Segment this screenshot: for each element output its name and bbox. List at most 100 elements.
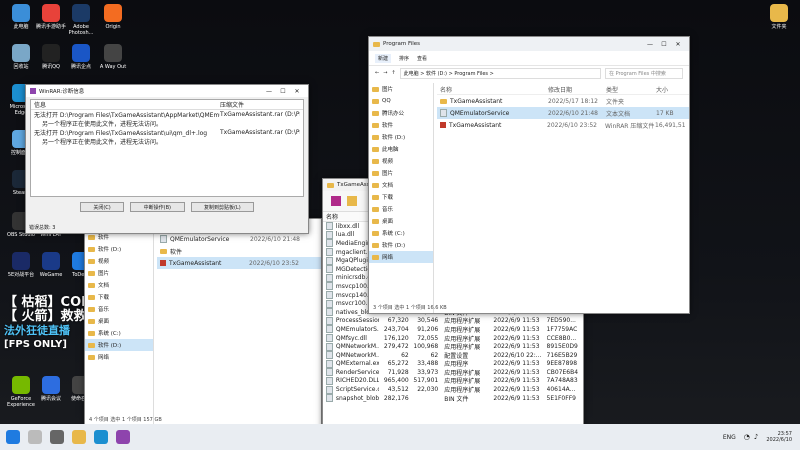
desktop-icon-6[interactable]: 腾讯QQ xyxy=(34,44,68,70)
file-row[interactable]: snapshot_blob...282,176 BIN 文件 2022/6/9 11… xyxy=(323,394,583,403)
nav-item[interactable]: 此电脑 xyxy=(369,143,433,155)
nav-item[interactable]: 下载 xyxy=(369,191,433,203)
file-row[interactable]: QMNetworkM... 279,472 100,968 应用程序扩展 2022/6/… xyxy=(323,342,583,351)
sort-button[interactable]: 排序 xyxy=(399,55,409,62)
language-indicator[interactable]: ENG xyxy=(723,434,736,441)
address-bar[interactable]: 此电脑 > 软件 (D:) > Program Files > xyxy=(399,67,601,79)
desktop-icon-8[interactable]: A Way Out xyxy=(96,44,130,70)
file-row[interactable]: QMExternal.exe 65,272 33,488 应用程序 2022/6/9 1… xyxy=(323,359,583,368)
folder-icon[interactable] xyxy=(347,196,357,206)
file-row[interactable]: QMEmulatorService 2022/6/10 21:48 xyxy=(157,233,321,245)
nav-item[interactable]: 软件 (D:) xyxy=(369,131,433,143)
file-row[interactable]: TxGameAssistant 2022/6/10 23:52 WinRAR 压缩文… xyxy=(437,119,689,131)
file-row[interactable]: ProcessSession...67,32030,546应用程序扩展2022/… xyxy=(323,316,583,325)
folder-icon xyxy=(372,254,379,260)
column-header-size[interactable]: 大小 xyxy=(656,85,686,94)
header-archive[interactable]: 压缩文件 xyxy=(220,100,300,109)
desktop-icon-5[interactable]: 回收站 xyxy=(4,44,38,70)
nav-item[interactable]: QQ xyxy=(369,95,433,107)
desktop-icon-1[interactable]: 此电脑 xyxy=(4,4,38,30)
minimize-icon[interactable]: — xyxy=(262,88,276,95)
file-explorer-icon[interactable] xyxy=(72,430,86,444)
desktop-icon-4[interactable]: Origin xyxy=(96,4,130,30)
nav-item[interactable]: 图片 xyxy=(369,83,433,95)
file-row[interactable]: QMNetworkM... 62 62 配置设置 2022/6/10 22:... 716… xyxy=(323,351,583,360)
maximize-icon[interactable]: ☐ xyxy=(276,88,290,95)
message-row[interactable]: 另一个程序正在使用此文件，进程无法访问。 xyxy=(31,137,303,146)
nav-item[interactable]: 系统 (C:) xyxy=(369,227,433,239)
up-icon[interactable]: ↑ xyxy=(391,70,395,76)
close-icon[interactable]: ✕ xyxy=(290,88,304,95)
search-input[interactable]: 在 Program Files 中搜索 xyxy=(605,67,683,79)
wifi-icon[interactable]: ◔ xyxy=(744,433,750,441)
nav-item[interactable]: 系统 (C:) xyxy=(85,327,153,339)
interrupt-button[interactable]: 中断操作(B) xyxy=(130,202,185,212)
nav-item[interactable]: 腾讯办公 xyxy=(369,107,433,119)
task-view-icon[interactable] xyxy=(50,430,64,444)
nav-item[interactable]: 软件 (D:) xyxy=(85,243,153,255)
close-button[interactable]: 关闭(C) xyxy=(80,202,125,212)
message-list[interactable]: 信息 压缩文件 无法打开 D:\Program Files\TxGameAssi… xyxy=(30,99,304,197)
nav-item[interactable]: 软件 (D:) xyxy=(369,239,433,251)
winrar-taskbar-icon[interactable] xyxy=(116,430,130,444)
nav-item[interactable]: 文档 xyxy=(369,179,433,191)
nav-item[interactable]: 软件 xyxy=(369,119,433,131)
file-name: QMNetworkM... xyxy=(335,351,380,359)
nav-item[interactable]: 网络 xyxy=(85,351,153,363)
nav-item[interactable]: 音乐 xyxy=(369,203,433,215)
copy-clipboard-button[interactable]: 复制到剪贴板(L) xyxy=(190,202,254,212)
forward-icon[interactable]: → xyxy=(383,70,387,76)
nav-item[interactable]: 图片 xyxy=(369,167,433,179)
archive-icon[interactable] xyxy=(331,196,341,206)
desktop-icon-17[interactable]: GeForce Experience xyxy=(4,376,38,408)
file-icon xyxy=(440,109,447,117)
file-row[interactable]: 软件 xyxy=(157,245,321,257)
desktop-icon-18[interactable]: 腾讯会议 xyxy=(34,376,68,402)
file-row[interactable]: ScriptService.dll43,51222,030应用程序扩展2022/… xyxy=(323,385,583,394)
volume-icon[interactable]: ♪ xyxy=(754,433,758,441)
nav-item[interactable]: 视频 xyxy=(369,155,433,167)
minimize-icon[interactable]: — xyxy=(643,41,657,48)
new-button[interactable]: 新建 xyxy=(375,53,392,63)
column-header-type[interactable]: 类型 xyxy=(606,85,656,94)
column-header-date[interactable]: 修改日期 xyxy=(548,85,606,94)
desktop-icon-13[interactable]: 5E对战平台 xyxy=(4,252,38,278)
back-icon[interactable]: ← xyxy=(375,70,379,76)
desktop-icon-3[interactable]: Adobe Photosh... xyxy=(64,4,98,36)
file-row[interactable]: RenderService...71,92833,973应用程序扩展2022/6… xyxy=(323,368,583,377)
top-right-folder-icon[interactable]: 文件夹 xyxy=(762,4,796,30)
nav-item[interactable]: 音乐 xyxy=(85,303,153,315)
file-row[interactable]: RICHED20.DLL 965,400 517,901 应用程序扩展 2022/6/9… xyxy=(323,376,583,385)
file-row[interactable]: QMfsyc.dll 176,120 72,055 应用程序扩展 2022/6/9 11… xyxy=(323,334,583,343)
edge-icon[interactable] xyxy=(94,430,108,444)
desktop-icon-7[interactable]: 腾讯企点 xyxy=(64,44,98,70)
file-row[interactable]: TxGameAssistant 2022/6/10 23:52 xyxy=(157,257,321,269)
file-packed-size: 62 xyxy=(430,351,439,359)
column-header-name[interactable]: 名称 xyxy=(440,85,548,94)
nav-item[interactable]: 文档 xyxy=(85,279,153,291)
view-button[interactable]: 查看 xyxy=(417,55,427,62)
close-icon[interactable]: ✕ xyxy=(671,41,685,48)
nav-item[interactable]: 图片 xyxy=(85,267,153,279)
file-row[interactable]: TxGameAssistant 2022/5/17 18:12 文件夹 xyxy=(437,95,689,107)
search-icon[interactable] xyxy=(28,430,42,444)
message-archive: TxGameAssistant.rar (D:\Program Files\Tx xyxy=(220,129,300,136)
file-row[interactable]: QMEmulatorS... 243,704 91,206 应用程序扩展 2022/6/… xyxy=(323,325,583,334)
message-row[interactable]: 另一个程序正在使用此文件，进程无法访问。 xyxy=(31,119,303,128)
start-icon[interactable] xyxy=(6,430,20,444)
message-row[interactable]: 无法打开 D:\Program Files\TxGameAssistant\Ap… xyxy=(31,110,303,119)
nav-item[interactable]: 桌面 xyxy=(85,315,153,327)
nav-item[interactable]: 视频 xyxy=(85,255,153,267)
file-row[interactable]: QMEmulatorService 2022/6/10 21:48 文本文档 17 K… xyxy=(437,107,689,119)
nav-item[interactable]: 软件 (D:) xyxy=(85,339,153,351)
desktop-icon-14[interactable]: WeGame xyxy=(34,252,68,278)
header-info[interactable]: 信息 xyxy=(34,100,220,109)
clock[interactable]: 23:57 2022/6/10 xyxy=(766,431,792,443)
message-row[interactable]: 无法打开 D:\Program Files\TxGameAssistant\ui… xyxy=(31,128,303,137)
maximize-icon[interactable]: ☐ xyxy=(657,41,671,48)
desktop-icon-2[interactable]: 腾讯手游助手 xyxy=(34,4,68,30)
nav-item[interactable]: 下载 xyxy=(85,291,153,303)
nav-item[interactable]: 桌面 xyxy=(369,215,433,227)
tab-program-files[interactable]: Program Files xyxy=(383,41,643,47)
nav-item[interactable]: 网络 xyxy=(369,251,433,263)
